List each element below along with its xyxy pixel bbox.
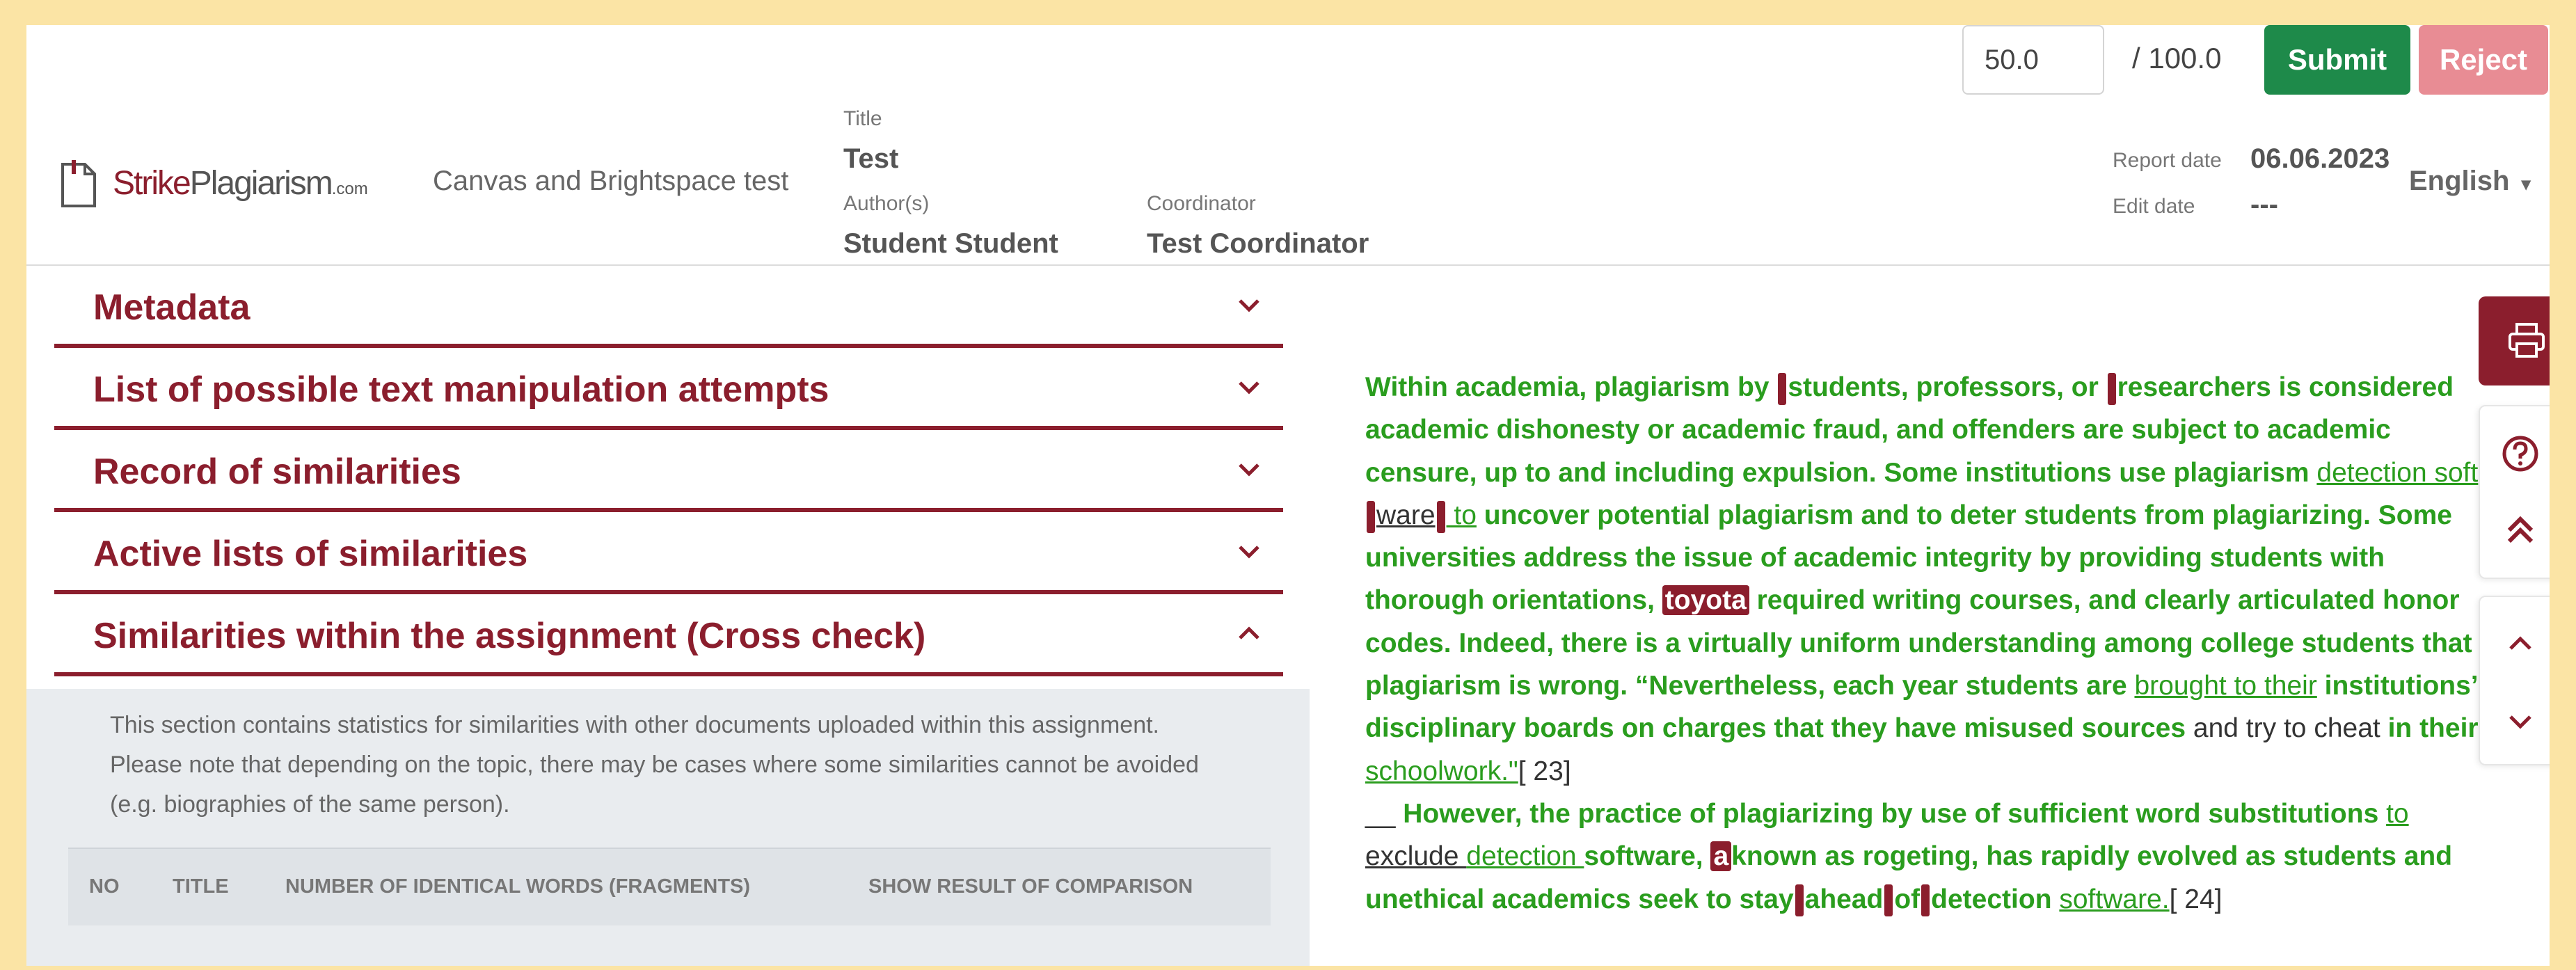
accordion-manipulation-attempts[interactable]: List of possible text manipulation attem… [54, 348, 1283, 430]
cross-check-table-header: NO TITLE NUMBER OF IDENTICAL WORDS (FRAG… [68, 848, 1271, 925]
text-fragment: __ [1365, 798, 1404, 829]
chevron-down-icon [1239, 463, 1259, 477]
match-nav-panel [2479, 596, 2550, 765]
document-text: Within academia, plagiarism by students,… [1365, 366, 2486, 921]
course-name: Canvas and Brightspace test [433, 166, 789, 196]
similarity-link[interactable]: schoolwork." [1365, 756, 1518, 786]
column-show-result: SHOW RESULT OF COMPARISON [868, 875, 1193, 898]
similarity-link[interactable]: detection soft [2316, 458, 2478, 488]
title-label: Title [843, 107, 882, 130]
cross-check-panel: This section contains statistics for sim… [26, 689, 1310, 966]
submit-button[interactable]: Submit [2264, 25, 2410, 95]
score-input[interactable] [1962, 25, 2104, 95]
similarity-link[interactable]: ware [1376, 500, 1436, 530]
chevron-up-icon [1239, 626, 1259, 639]
language-dropdown[interactable]: English ▾ [2409, 166, 2531, 197]
reference-number[interactable]: [ 23] [1518, 756, 1571, 786]
report-date-value: 06.06.2023 [2250, 143, 2390, 174]
print-button[interactable] [2479, 296, 2550, 385]
accordion-active-lists[interactable]: Active lists of similarities [54, 512, 1283, 594]
printer-icon [2509, 323, 2545, 358]
language-label: English [2409, 166, 2510, 196]
text-fragment: and try to cheat [2193, 713, 2388, 744]
accordion-title: List of possible text manipulation attem… [93, 369, 829, 410]
double-chevron-up-icon[interactable] [2501, 511, 2540, 550]
text-fragment: students, professors, or [1788, 372, 2106, 402]
manipulation-marker[interactable] [1884, 884, 1893, 917]
manipulation-marker[interactable] [2107, 372, 2116, 405]
edit-date-label: Edit date [2113, 195, 2195, 218]
authors-value: Student Student [843, 228, 1058, 259]
edit-date-value: --- [2250, 189, 2278, 220]
title-value: Test [843, 143, 899, 174]
column-no: NO [89, 875, 120, 898]
accordion-title: Active lists of similarities [93, 534, 528, 574]
document-icon [61, 160, 96, 207]
report-header: StrikePlagiarism.com Canvas and Brightsp… [26, 25, 2550, 266]
highlighted-char[interactable]: a [1710, 841, 1732, 872]
accordion-cross-check[interactable]: Similarities within the assignment (Cros… [54, 594, 1283, 676]
column-identical-words: NUMBER OF IDENTICAL WORDS (FRAGMENTS) [285, 875, 751, 898]
strikeplagiarism-logo: StrikePlagiarism.com [60, 157, 368, 209]
text-fragment: software, [1584, 841, 1711, 872]
similarity-link[interactable]: detection [1466, 841, 1584, 871]
accordion-metadata[interactable]: Metadata [54, 266, 1283, 348]
authors-label: Author(s) [843, 192, 930, 215]
chevron-down-icon [1239, 381, 1259, 395]
report-accordion: Metadata List of possible text manipulat… [54, 266, 1283, 676]
report-date-label: Report date [2113, 149, 2222, 172]
coordinator-label: Coordinator [1147, 192, 1256, 215]
manipulation-marker[interactable] [1795, 884, 1804, 917]
highlighted-word[interactable]: toyota [1662, 585, 1749, 616]
help-icon[interactable] [2501, 434, 2540, 473]
cross-check-note: This section contains statistics for sim… [110, 712, 1199, 818]
text-fragment: detection [1931, 884, 2060, 914]
chevron-down-icon [1239, 546, 1259, 559]
accordion-record-similarities[interactable]: Record of similarities [54, 430, 1283, 512]
reject-button[interactable]: Reject [2419, 25, 2548, 95]
similarity-link[interactable]: exclude [1365, 841, 1466, 871]
similarity-link[interactable]: brought to their [2134, 671, 2316, 701]
score-max: / 100.0 [2132, 42, 2222, 74]
text-fragment: However, the practice of plagiarizing by… [1403, 798, 2387, 829]
help-nav-panel [2479, 405, 2550, 579]
report-window: StrikePlagiarism.com Canvas and Brightsp… [26, 25, 2550, 966]
chevron-down-icon [1239, 299, 1259, 312]
accordion-title: Metadata [93, 287, 251, 328]
similarity-link[interactable]: software. [2059, 884, 2169, 914]
text-fragment: Within academia, plagiarism by [1365, 372, 1777, 402]
column-title: TITLE [173, 875, 229, 898]
logo-text: StrikePlagiarism.com [113, 164, 368, 202]
caret-down-icon: ▾ [2521, 173, 2531, 194]
manipulation-marker[interactable] [1921, 884, 1930, 917]
text-fragment: ahead [1804, 884, 1884, 914]
coordinator-value: Test Coordinator [1147, 228, 1369, 259]
text-fragment: of [1894, 884, 1921, 914]
manipulation-marker[interactable] [1778, 372, 1787, 405]
accordion-title: Similarities within the assignment (Cros… [93, 616, 926, 656]
text-fragment: in their [2387, 713, 2479, 744]
chevron-down-icon[interactable] [2501, 701, 2540, 740]
similarity-link[interactable]: to [1447, 500, 1477, 530]
similarity-link[interactable]: to [2386, 799, 2409, 829]
manipulation-marker[interactable] [1367, 500, 1375, 533]
reference-number[interactable]: [ 24] [2170, 884, 2223, 914]
chevron-up-icon[interactable] [2501, 625, 2540, 664]
accordion-title: Record of similarities [93, 452, 461, 492]
manipulation-marker[interactable] [1436, 500, 1445, 533]
